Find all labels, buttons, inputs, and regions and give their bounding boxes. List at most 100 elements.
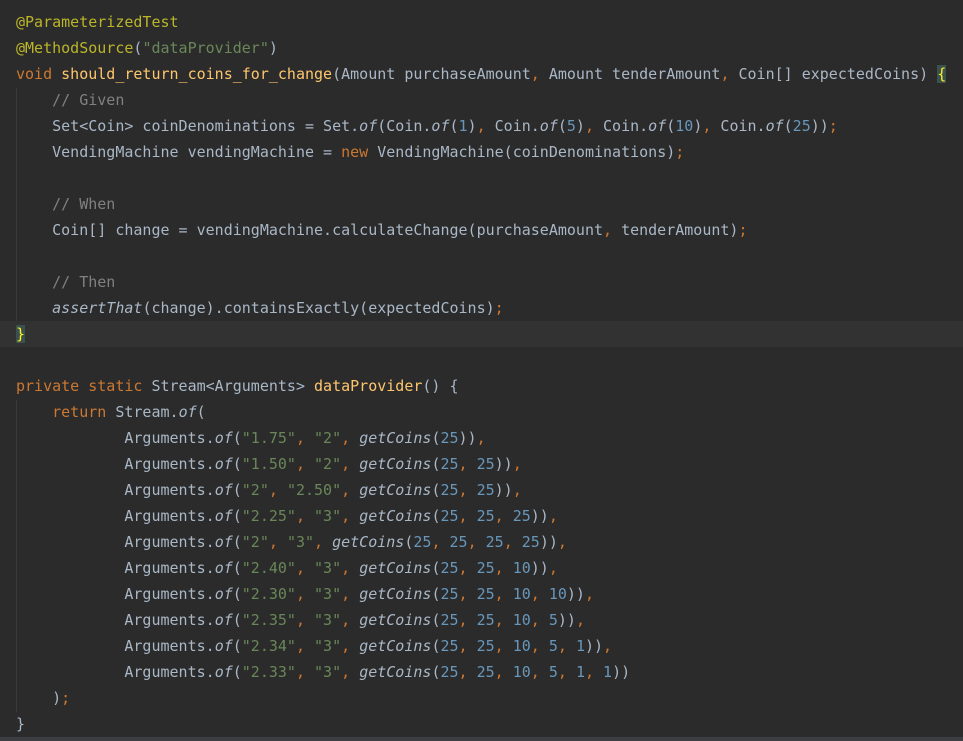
code-line[interactable]: @ParameterizedTest [16,9,179,35]
code-line[interactable]: VendingMachine vendingMachine = new Vend… [16,139,684,165]
code-token: () { [422,377,459,395]
code-line[interactable]: @MethodSource("dataProvider") [16,35,278,61]
code-token: )) [530,559,549,577]
code-token: getCoins [359,585,432,603]
code-line[interactable]: Arguments.of("2.25", "3", getCoins(25, 2… [16,503,558,529]
code-token: )) [530,507,549,525]
code-token: // Then [52,273,116,291]
code-token: )) [458,429,477,447]
code-line[interactable]: Set<Coin> coinDenominations = Set.of(Coi… [16,113,838,139]
code-token: )) [810,117,829,135]
code-token: ) [575,117,585,135]
code-token: of [765,117,784,135]
code-token: ; [494,299,504,317]
code-token: , [295,611,315,629]
code-token: )) [584,637,604,655]
code-token: 10 [512,663,531,681]
code-token: , [702,117,721,135]
code-token: , [268,533,287,551]
code-token: VendingMachine(coinDenominations) [377,143,676,161]
code-token: )) [612,663,631,681]
code-token: , [530,663,549,681]
code-line[interactable]: // Then [16,269,115,295]
code-token: "2.34" [241,637,296,655]
horizontal-scrollbar[interactable] [0,737,963,741]
code-line[interactable]: Arguments.of("2.34", "3", getCoins(25, 2… [16,633,612,659]
code-token: , [295,637,315,655]
code-line[interactable]: Arguments.of("2.30", "3", getCoins(25, 2… [16,581,594,607]
code-line[interactable]: Arguments.of("1.50", "2", getCoins(25, 2… [16,451,522,477]
code-token: , [557,533,567,551]
code-line[interactable]: ); [16,685,70,711]
code-token: 25 [413,533,432,551]
code-line[interactable]: Arguments.of("2", "2.50", getCoins(25, 2… [16,477,522,503]
code-token: of [214,559,233,577]
code-line[interactable]: // When [16,191,115,217]
code-line[interactable]: Arguments.of("2.35", "3", getCoins(25, 2… [16,607,585,633]
code-token: } [16,715,26,733]
code-token: , [295,429,315,447]
code-token: ( [232,663,242,681]
code-token: getCoins [359,481,432,499]
code-line[interactable]: Arguments.of("2", "3", getCoins(25, 25, … [16,529,567,555]
code-token: "1.50" [241,455,296,473]
code-editor[interactable]: @ParameterizedTest @MethodSource("dataPro… [0,0,963,741]
code-token: ) [16,689,62,707]
code-token: 5 [566,117,576,135]
code-token: , [512,455,522,473]
code-token: , [458,481,477,499]
code-line[interactable]: Arguments.of("1.75", "2", getCoins(25)), [16,425,486,451]
code-token: , [512,481,522,499]
code-token: 5 [548,611,558,629]
code-token: , [476,429,486,447]
code-token: Coin. [603,117,649,135]
code-token: 25 [485,533,504,551]
code-line[interactable]: // Given [16,87,124,113]
code-token: Coin[] change = vendingMachine.calculate… [16,221,603,239]
code-line[interactable]: } [16,711,25,737]
code-token: 25 [476,585,495,603]
code-token: getCoins [359,507,432,525]
code-token: , [548,559,558,577]
code-token: 1 [458,117,468,135]
code-token: getCoins [359,663,432,681]
code-token: Arguments. [16,559,215,577]
code-line[interactable]: private static Stream<Arguments> dataPro… [16,373,459,399]
code-line[interactable]: } [0,321,963,347]
code-token: getCoins [359,429,432,447]
code-token: , [494,585,513,603]
code-token: "3" [314,637,342,655]
code-token: , [431,533,450,551]
code-token: , [548,507,558,525]
code-token: tenderAmount) [621,221,739,239]
code-token: , [458,507,477,525]
code-token: ( [232,533,242,551]
code-token: 25 [440,585,459,603]
code-token: ) [693,117,703,135]
code-token: Arguments. [16,429,215,447]
code-token: getCoins [359,559,432,577]
code-token: ( [232,611,242,629]
code-token: 25 [440,481,459,499]
code-line[interactable]: return Stream.of( [16,399,206,425]
code-token: 25 [440,663,459,681]
code-token: "3" [286,533,315,551]
code-line[interactable]: Arguments.of("2.33", "3", getCoins(25, 2… [16,659,630,685]
code-token: "2" [241,533,269,551]
code-line[interactable]: Arguments.of("2.40", "3", getCoins(25, 2… [16,555,558,581]
code-line[interactable]: Coin[] change = vendingMachine.calculate… [16,217,747,243]
code-token: ; [61,689,71,707]
code-token: Arguments. [16,611,215,629]
code-token: of [178,403,197,421]
code-line[interactable]: void should_return_coins_for_change(Amou… [16,61,947,87]
code-token: of [539,117,558,135]
code-token: )) [566,585,585,603]
code-token: 25 [512,507,531,525]
code-token: , [341,585,360,603]
code-token: "3" [314,585,342,603]
code-token: , [494,637,513,655]
code-line[interactable]: assertThat(change).containsExactly(expec… [16,295,504,321]
